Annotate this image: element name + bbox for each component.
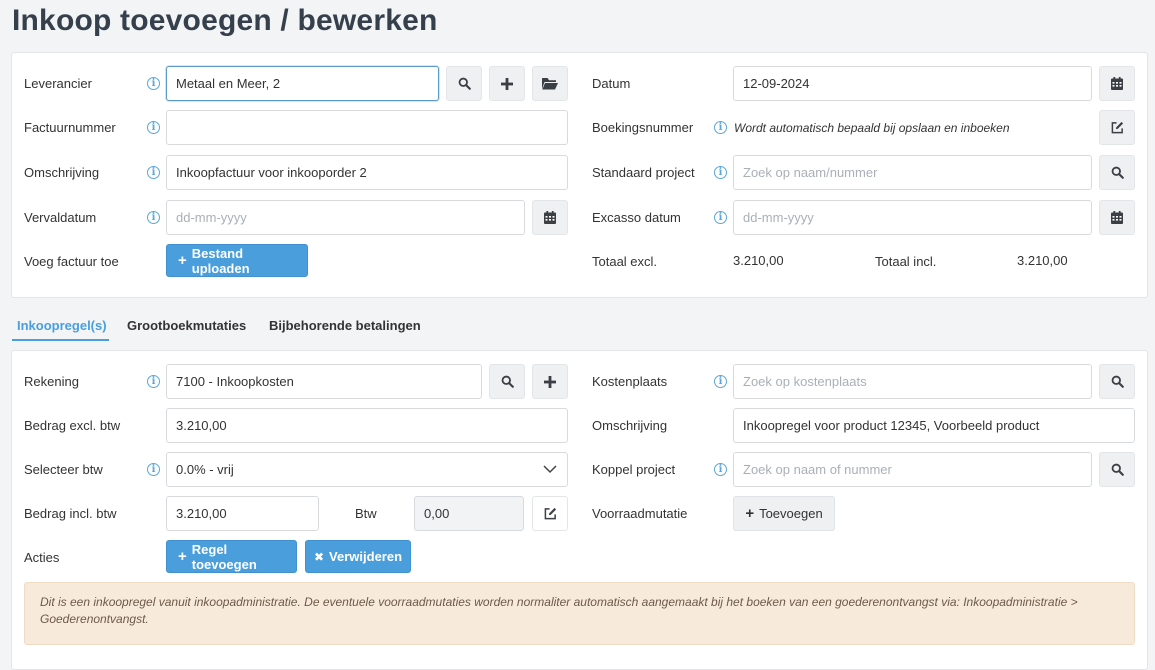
purchase-line-card: Rekening i 7100 - Inkoopkosten Bedrag ex… <box>11 350 1148 670</box>
folder-open-icon <box>542 78 558 90</box>
calendar-icon <box>1111 211 1123 224</box>
plus-icon: + <box>178 548 187 565</box>
page-title: Inkoop toevoegen / bewerken <box>12 4 438 37</box>
totaal-excl-value: 3.210,00 <box>733 253 784 268</box>
totaal-incl-value: 3.210,00 <box>1017 253 1068 268</box>
plus-icon <box>501 77 513 90</box>
search-icon <box>1111 375 1124 388</box>
calendar-icon <box>544 211 556 224</box>
rekening-input[interactable]: 7100 - Inkoopkosten <box>166 364 482 399</box>
leverancier-info-icon[interactable]: i <box>147 77 160 90</box>
active-tab-indicator <box>12 339 109 341</box>
plus-icon: + <box>178 252 187 269</box>
btw-edit-button[interactable] <box>532 496 568 531</box>
kostenplaats-input[interactable]: Zoek op kostenplaats <box>733 364 1092 399</box>
tab-bijbehorende-betalingen[interactable]: Bijbehorende betalingen <box>269 318 421 333</box>
voorraadmutatie-label: Voorraadmutatie <box>592 506 688 521</box>
datum-input[interactable]: 12-09-2024 <box>733 66 1092 101</box>
leverancier-open-button[interactable] <box>532 66 568 101</box>
line-omschrijving-label: Omschrijving <box>592 418 668 433</box>
excasso-datum-label: Excasso datum <box>592 210 681 225</box>
standaard-project-info-icon[interactable]: i <box>714 166 727 179</box>
search-icon <box>1111 166 1124 179</box>
selecteer-btw-select[interactable]: 0.0% - vrij <box>166 452 568 487</box>
search-icon <box>501 375 514 388</box>
boekingsnummer-note: Wordt automatisch bepaald bij opslaan en… <box>734 121 1010 135</box>
leverancier-label: Leverancier <box>24 76 92 91</box>
calendar-icon <box>1111 77 1123 90</box>
boekingsnummer-info-icon[interactable]: i <box>714 121 727 134</box>
standaard-project-input[interactable]: Zoek op naam/nummer <box>733 155 1092 190</box>
btw-label: Btw <box>355 506 377 521</box>
chevron-down-icon <box>543 465 557 474</box>
edit-icon <box>1111 121 1123 134</box>
datum-calendar-button[interactable] <box>1099 66 1135 101</box>
omschrijving-input[interactable]: Inkoopfactuur voor inkooporder 2 <box>166 155 568 190</box>
search-icon <box>458 77 471 90</box>
omschrijving-info-icon[interactable]: i <box>147 166 160 179</box>
factuurnummer-input[interactable] <box>166 110 568 145</box>
info-alert: Dit is een inkoopregel vanuit inkoopadmi… <box>24 582 1135 645</box>
vervaldatum-info-icon[interactable]: i <box>147 211 160 224</box>
vervaldatum-label: Vervaldatum <box>24 210 97 225</box>
koppel-project-info-icon[interactable]: i <box>714 463 727 476</box>
totaal-excl-label: Totaal excl. <box>592 254 658 269</box>
voeg-factuur-label: Voeg factuur toe <box>24 254 119 269</box>
boekingsnummer-label: Boekingsnummer <box>592 120 694 135</box>
edit-icon <box>544 507 556 520</box>
bedrag-excl-input[interactable]: 3.210,00 <box>166 408 568 443</box>
selecteer-btw-value: 0.0% - vrij <box>176 462 234 477</box>
invoice-header-card: Leverancier i Metaal en Meer, 2 Factuurn… <box>11 52 1148 298</box>
excasso-datum-info-icon[interactable]: i <box>714 211 727 224</box>
tab-inkoopregels[interactable]: Inkoopregel(s) <box>17 318 107 333</box>
kostenplaats-search-button[interactable] <box>1099 364 1135 399</box>
close-icon: ✖ <box>313 549 325 564</box>
bedrag-excl-label: Bedrag excl. btw <box>24 418 121 433</box>
factuurnummer-label: Factuurnummer <box>24 120 116 135</box>
standaard-project-search-button[interactable] <box>1099 155 1135 190</box>
koppel-project-label: Koppel project <box>592 462 676 477</box>
bedrag-incl-label: Bedrag incl. btw <box>24 506 117 521</box>
bedrag-incl-input[interactable]: 3.210,00 <box>166 496 319 531</box>
btw-input[interactable]: 0,00 <box>414 496 524 531</box>
rekening-search-button[interactable] <box>489 364 525 399</box>
upload-file-button[interactable]: + Bestand uploaden <box>166 244 308 277</box>
factuurnummer-info-icon[interactable]: i <box>147 121 160 134</box>
line-omschrijving-input[interactable]: Inkoopregel voor product 12345, Voorbeel… <box>733 408 1135 443</box>
rekening-label: Rekening <box>24 374 79 389</box>
leverancier-search-button[interactable] <box>446 66 482 101</box>
leverancier-input[interactable]: Metaal en Meer, 2 <box>166 66 439 101</box>
selecteer-btw-label: Selecteer btw <box>24 462 103 477</box>
excasso-datum-calendar-button[interactable] <box>1099 200 1135 235</box>
leverancier-add-button[interactable] <box>489 66 525 101</box>
totaal-incl-label: Totaal incl. <box>875 254 937 269</box>
plus-icon: + <box>745 505 755 522</box>
selecteer-btw-info-icon[interactable]: i <box>147 463 160 476</box>
boekingsnummer-edit-button[interactable] <box>1099 110 1135 145</box>
standaard-project-label: Standaard project <box>592 165 695 180</box>
omschrijving-label: Omschrijving <box>24 165 100 180</box>
voorraadmutatie-add-button[interactable]: + Toevoegen <box>733 496 835 531</box>
rekening-add-button[interactable] <box>532 364 568 399</box>
delete-line-button[interactable]: ✖ Verwijderen <box>305 540 411 573</box>
datum-label: Datum <box>592 76 631 91</box>
plus-icon <box>544 375 556 388</box>
rekening-info-icon[interactable]: i <box>147 375 160 388</box>
vervaldatum-calendar-button[interactable] <box>532 200 568 235</box>
vervaldatum-input[interactable]: dd-mm-yyyy <box>166 200 525 235</box>
kostenplaats-label: Kostenplaats <box>592 374 668 389</box>
tab-grootboekmutaties[interactable]: Grootboekmutaties <box>127 318 246 333</box>
search-icon <box>1111 463 1124 476</box>
kostenplaats-info-icon[interactable]: i <box>714 375 727 388</box>
koppel-project-search-button[interactable] <box>1099 452 1135 487</box>
acties-label: Acties <box>24 550 60 565</box>
koppel-project-input[interactable]: Zoek op naam of nummer <box>733 452 1092 487</box>
excasso-datum-input[interactable]: dd-mm-yyyy <box>733 200 1092 235</box>
add-line-button[interactable]: + Regel toevoegen <box>166 540 297 573</box>
